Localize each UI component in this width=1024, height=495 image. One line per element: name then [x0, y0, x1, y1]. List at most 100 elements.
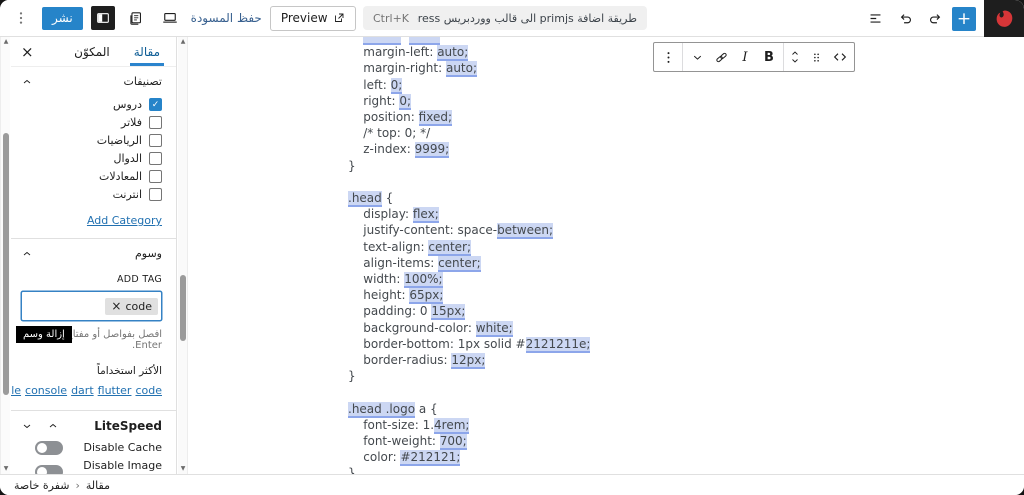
tag-input[interactable]: × code إزالة وسم: [16, 291, 162, 343]
content-scrollbar-thumb[interactable]: [180, 275, 186, 341]
tab-block[interactable]: المكوّن: [62, 37, 122, 66]
tag-suggestion-link[interactable]: code: [135, 384, 162, 397]
tag-suggestion-link[interactable]: dart: [71, 384, 94, 397]
tags-panel-header[interactable]: وسوم: [21, 247, 162, 260]
scroll-down-arrow[interactable]: ▼: [1, 464, 11, 474]
settings-sidebar-toggle[interactable]: [90, 6, 115, 30]
save-draft-button[interactable]: حفظ المسودة: [191, 11, 262, 25]
categories-panel: تصنيفات ✓ دروس فلاتر الرياضيات الدوال المعادل…: [11, 67, 176, 239]
editor-canvas[interactable]: ▲ ▼ margin-left: auto; margin-right: aut…: [178, 37, 1024, 474]
tags-panel: وسوم ADD TAG × code إزالة وسم افصل بفواص…: [11, 239, 176, 411]
category-checkbox[interactable]: [149, 116, 162, 129]
chevron-down-icon[interactable]: [21, 420, 33, 432]
block-options-button[interactable]: [656, 43, 680, 71]
scroll-down-arrow[interactable]: ▼: [178, 464, 188, 474]
site-logo-icon: [996, 10, 1013, 27]
tag-suggestion-link[interactable]: flutter: [98, 384, 132, 397]
breadcrumb-item[interactable]: شفرة خاصة: [14, 479, 70, 492]
publish-button[interactable]: نشر: [42, 6, 83, 30]
litespeed-toggle-row: Disable Cache: [21, 440, 162, 455]
command-shortcut: Ctrl+K: [373, 11, 410, 25]
category-checkbox[interactable]: [149, 188, 162, 201]
toggle-knob: [37, 442, 47, 453]
toggle-label: Disable Cache: [83, 441, 162, 455]
undo-button[interactable]: [892, 6, 918, 32]
document-overview-button[interactable]: [123, 5, 149, 31]
code-line: /* top: 0; */: [348, 126, 431, 141]
add-category-link[interactable]: Add Category: [87, 214, 162, 227]
drag-handle[interactable]: [804, 43, 828, 71]
link-button[interactable]: [709, 43, 733, 71]
block-toolbar: I B: [653, 42, 855, 72]
toggle-switch[interactable]: [35, 440, 63, 455]
remove-tag-button[interactable]: ×: [111, 300, 121, 312]
categories-panel-header[interactable]: تصنيفات: [21, 75, 162, 88]
code-line: [348, 37, 590, 45]
close-sidebar-button[interactable]: ×: [21, 43, 34, 61]
sidebar-scrollbar[interactable]: ▲ ▼: [0, 37, 10, 474]
code-line: left: 0;: [348, 77, 403, 94]
block-type-button[interactable]: [828, 43, 852, 71]
litespeed-toggle-list: Disable CacheDisable Image LazyloadDisab…: [21, 440, 162, 474]
category-label: انترنت: [112, 188, 142, 201]
category-row[interactable]: انترنت: [21, 188, 162, 201]
scroll-up-arrow[interactable]: ▲: [1, 37, 11, 47]
most-used-title: الأكثر استخداماً: [96, 365, 162, 377]
redo-icon: [929, 14, 940, 24]
scroll-up-arrow[interactable]: ▲: [178, 37, 188, 47]
editor-window: نشر حفظ المسودة Preview Ctrl+K طريقة اضا…: [0, 0, 1024, 495]
category-row[interactable]: ✓ دروس: [21, 98, 162, 111]
tag-suggestion-link[interactable]: google: [11, 384, 21, 397]
custom-html-block[interactable]: margin-left: auto; margin-right: auto; l…: [348, 37, 591, 474]
code-line: border-bottom: 1px solid #2121211e;: [348, 336, 591, 353]
more-formats-dropdown[interactable]: [685, 43, 709, 71]
site-logo-button[interactable]: [984, 0, 1024, 37]
device-preview-button[interactable]: [157, 5, 183, 31]
category-checkbox[interactable]: [149, 170, 162, 183]
tag-token-label: code: [125, 299, 152, 313]
toggle-switch[interactable]: [35, 464, 63, 474]
chevron-up-icon[interactable]: [47, 420, 59, 432]
content-scrollbar[interactable]: ▲ ▼: [178, 37, 188, 474]
block-mover-buttons[interactable]: [786, 43, 804, 71]
code-line: right: 0;: [348, 93, 411, 110]
code-line: font-weight: 700;: [348, 434, 467, 451]
category-checkbox[interactable]: [149, 152, 162, 165]
litespeed-panel-header: LiteSpeed: [21, 419, 162, 433]
category-checkbox[interactable]: [149, 134, 162, 147]
code-line: }: [348, 466, 356, 474]
copy-pages-icon: [130, 11, 142, 25]
sidebar-scrollbar-thumb[interactable]: [3, 133, 9, 395]
command-palette[interactable]: Ctrl+K طريقة اضافة primjs الى قالب ووردب…: [363, 6, 647, 30]
code-line: align-items: center;: [348, 255, 481, 272]
remove-tag-tooltip: إزالة وسم: [16, 326, 72, 343]
options-menu-button[interactable]: [8, 5, 34, 31]
redo-button[interactable]: [922, 6, 948, 32]
italic-button[interactable]: I: [733, 43, 757, 71]
sidebar-panel-icon: [96, 13, 109, 23]
tag-suggestions: 16kbgoogleconsoledartfluttercode: [11, 382, 162, 400]
category-checkbox[interactable]: ✓: [149, 98, 162, 111]
category-row[interactable]: فلاتر: [21, 116, 162, 129]
preview-button[interactable]: Preview: [269, 5, 356, 31]
tag-token: × code: [105, 297, 158, 315]
breadcrumb-item[interactable]: مقالة: [86, 479, 110, 492]
chevron-up-icon: [23, 251, 31, 255]
code-line: }: [348, 158, 356, 173]
category-row[interactable]: المعادلات: [21, 170, 162, 183]
code-line: border-radius: 12px;: [348, 353, 486, 370]
external-link-icon: [334, 13, 343, 22]
bold-button[interactable]: B: [757, 43, 781, 71]
block-inserter-button[interactable]: +: [952, 6, 976, 31]
list-view-button[interactable]: [862, 6, 888, 32]
category-row[interactable]: الرياضيات: [21, 134, 162, 147]
mover-arrows-icon: [792, 51, 798, 63]
category-row[interactable]: الدوال: [21, 152, 162, 165]
link-icon: [715, 52, 727, 62]
tag-suggestion-link[interactable]: console: [25, 384, 67, 397]
preview-label: Preview: [280, 11, 328, 25]
kebab-icon: [19, 12, 23, 24]
tab-post[interactable]: مقالة: [122, 37, 172, 66]
